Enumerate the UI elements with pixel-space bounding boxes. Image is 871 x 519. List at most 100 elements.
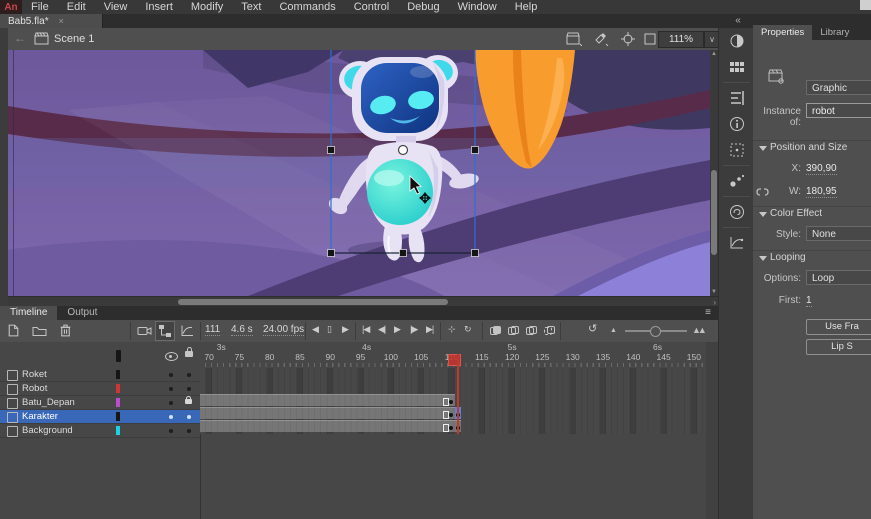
layer-visibility-dot[interactable] <box>169 415 173 419</box>
frame-rate-value[interactable]: 24.00 fps <box>263 324 304 336</box>
clip-content-icon[interactable] <box>642 32 658 46</box>
reset-timeline-zoom-icon[interactable]: ↺ <box>588 322 597 335</box>
menu-item-debug[interactable]: Debug <box>398 0 448 14</box>
menu-item-modify[interactable]: Modify <box>182 0 232 14</box>
graph-view-icon[interactable] <box>180 323 195 338</box>
menu-item-view[interactable]: View <box>95 0 137 14</box>
go-to-first-frame-button[interactable]: |◀ <box>362 324 369 335</box>
instance-name-field[interactable]: robot <box>806 103 871 118</box>
step-back-button[interactable]: ◀ <box>312 324 318 335</box>
stage-canvas[interactable] <box>8 50 710 296</box>
layer-row-roket[interactable]: Roket <box>0 368 200 382</box>
motion-editor-icon[interactable] <box>719 230 754 256</box>
go-to-last-frame-button[interactable]: ▶| <box>426 324 433 335</box>
new-folder-icon[interactable] <box>32 323 47 338</box>
use-frame-picker-button[interactable]: Use Fra <box>806 319 871 335</box>
document-tab[interactable]: Bab5.fla* × <box>0 14 103 28</box>
menu-item-help[interactable]: Help <box>506 0 547 14</box>
step-forward-one-button[interactable]: |▶ <box>410 324 417 335</box>
layer-lock-dot[interactable] <box>187 415 191 419</box>
layer-outline-color[interactable] <box>116 370 120 379</box>
snap-icon[interactable] <box>719 168 754 194</box>
current-frame-value[interactable]: 111 <box>205 324 220 336</box>
color-icon[interactable] <box>719 28 754 54</box>
menu-item-control[interactable]: Control <box>345 0 398 14</box>
layer-row-karakter[interactable]: Karakter <box>0 410 200 424</box>
stage-vertical-scrollbar[interactable]: ▲ ▼ <box>710 50 718 296</box>
layer-outline-color[interactable] <box>116 412 120 421</box>
elapsed-time-value[interactable]: 4.6 s <box>231 324 253 336</box>
timeline-frames-area[interactable]: 3s4s5s6s70758085909510010511011512012513… <box>200 342 706 519</box>
outline-color-icon[interactable] <box>116 350 121 362</box>
center-frame-button[interactable]: ⊹ <box>448 324 455 335</box>
tab-library[interactable]: Library <box>812 25 857 40</box>
tab-timeline[interactable]: Timeline <box>0 306 57 320</box>
frame-span-karakter[interactable] <box>200 407 461 419</box>
frames-grid[interactable] <box>200 368 706 434</box>
horizontal-scroll-thumb[interactable] <box>178 299 448 305</box>
step-back-one-button[interactable]: ◀| <box>378 324 385 335</box>
layer-lock-dot[interactable] <box>187 373 191 377</box>
delete-layer-icon[interactable] <box>58 323 73 338</box>
camera-icon[interactable] <box>137 323 152 338</box>
layer-visibility-dot[interactable] <box>169 387 173 391</box>
playhead-marker[interactable] <box>448 354 460 366</box>
vertical-scroll-thumb[interactable] <box>711 170 717 255</box>
modify-markers-icon[interactable] <box>544 326 555 335</box>
lock-icon[interactable] <box>185 347 193 357</box>
swatches-icon[interactable] <box>719 54 754 80</box>
layer-row-batu_depan[interactable]: Batu_Depan <box>0 396 200 410</box>
scroll-down-icon[interactable]: ▼ <box>710 288 718 296</box>
timeline-zoom-out-icon[interactable]: ▲ <box>610 327 617 334</box>
new-layer-icon[interactable] <box>6 323 21 338</box>
menu-item-commands[interactable]: Commands <box>270 0 344 14</box>
info-icon[interactable] <box>719 111 754 137</box>
layer-visibility-dot[interactable] <box>169 429 173 433</box>
close-tab-icon[interactable]: × <box>59 16 64 26</box>
section-looping[interactable]: Looping <box>753 250 871 265</box>
creative-cloud-icon[interactable] <box>719 199 754 225</box>
edit-multiple-frames-icon[interactable] <box>526 326 537 335</box>
layer-locked-icon[interactable] <box>185 399 192 404</box>
loop-button[interactable]: ↻ <box>464 324 471 335</box>
layer-row-background[interactable]: Background <box>0 424 200 438</box>
layer-lock-dot[interactable] <box>187 429 191 433</box>
menu-item-text[interactable]: Text <box>232 0 270 14</box>
step-forward-button[interactable]: ▶ <box>342 324 348 335</box>
layer-visibility-dot[interactable] <box>169 373 173 377</box>
onion-skin-icon[interactable] <box>490 326 501 335</box>
timeline-scrollbar[interactable] <box>706 342 718 519</box>
timeline-zoom-in-icon[interactable]: ▲▲ <box>692 325 704 335</box>
layer-outline-color[interactable] <box>116 398 120 407</box>
w-value[interactable]: 180,95 <box>806 186 837 198</box>
x-value[interactable]: 390,90 <box>806 163 837 175</box>
eye-icon[interactable] <box>165 352 178 361</box>
edit-symbols-icon[interactable] <box>593 32 609 46</box>
layer-outline-color[interactable] <box>116 426 120 435</box>
tab-properties[interactable]: Properties <box>753 25 812 40</box>
style-dropdown[interactable]: None <box>806 226 871 241</box>
lip-syncing-button[interactable]: Lip S <box>806 339 871 355</box>
tab-output[interactable]: Output <box>57 306 107 320</box>
parent-view-icon[interactable] <box>155 321 175 341</box>
frame-span-background[interactable] <box>200 420 461 432</box>
menu-item-file[interactable]: File <box>22 0 58 14</box>
scene-name[interactable]: Scene 1 <box>54 33 94 45</box>
edit-scene-icon[interactable] <box>566 32 582 46</box>
panel-menu-icon[interactable]: ≡ <box>700 306 716 320</box>
play-button[interactable]: ▶ <box>394 324 400 335</box>
center-stage-icon[interactable] <box>620 32 636 46</box>
first-frame-value[interactable]: 1 <box>806 295 812 307</box>
timeline-zoom-slider[interactable] <box>625 330 687 332</box>
section-color-effect[interactable]: Color Effect <box>753 206 871 221</box>
layer-lock-dot[interactable] <box>187 387 191 391</box>
back-arrow-icon[interactable]: ← <box>14 31 26 45</box>
layer-outline-color[interactable] <box>116 384 120 393</box>
timeline-zoom-slider-thumb[interactable] <box>650 326 661 337</box>
frame-span-batu_depan[interactable] <box>200 394 455 406</box>
collapse-dock-icon[interactable]: « <box>728 14 748 28</box>
menu-item-insert[interactable]: Insert <box>136 0 182 14</box>
stage-zoom-value[interactable]: 111% <box>658 31 704 48</box>
menu-item-window[interactable]: Window <box>449 0 506 14</box>
layer-visibility-dot[interactable] <box>169 401 173 405</box>
